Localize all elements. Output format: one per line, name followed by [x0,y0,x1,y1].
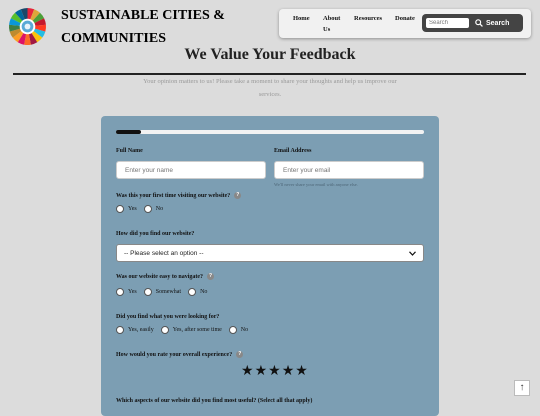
found-yes-after-time[interactable]: Yes, after some time [160,326,222,334]
question-easy-navigate-label: Was our website easy to navigate? [116,273,204,280]
search-button-label: Search [486,19,510,27]
question-found-looking-for: Did you find what you were looking for? [116,314,220,320]
search-input[interactable] [426,18,469,28]
search-icon [475,19,483,27]
question-first-visit: Was this your first time visiting our we… [116,192,242,199]
easy-navigate-options: Yes Somewhat No [116,288,214,296]
how-found-selected: -- Please select an option -- [124,249,204,257]
radio-button[interactable] [116,288,124,296]
navigate-somewhat[interactable]: Somewhat [143,288,182,296]
email-hint: We'll never share your email with anyone… [274,182,358,187]
found-yes-easily[interactable]: Yes, easily [116,326,154,334]
radio-button[interactable] [143,288,152,296]
how-found-select[interactable]: -- Please select an option -- [116,244,424,262]
full-name-label: Full Name [116,148,143,154]
nav-home[interactable]: Home [293,13,310,24]
question-useful-aspects: Which aspects of our website did you fin… [116,398,313,404]
star-icon[interactable]: ★ [282,365,295,379]
option-label: Yes, after some time [172,327,222,333]
option-label: No [240,327,249,333]
help-icon[interactable]: ? [236,351,244,358]
nav-about-us[interactable]: About Us [323,13,345,35]
radio-button[interactable] [188,288,197,296]
star-icon[interactable]: ★ [241,365,254,379]
question-overall-rating: How would you rate your overall experien… [116,351,244,358]
feedback-form: Full Name Email Address We'll never shar… [101,116,439,416]
radio-button[interactable] [116,326,124,334]
question-first-visit-label: Was this your first time visiting our we… [116,192,231,199]
form-progress-bar [116,130,424,134]
star-rating: ★ ★ ★ ★ ★ [241,365,308,379]
star-icon[interactable]: ★ [255,365,268,379]
intro-text: Your opinion matters to us! Please take … [143,78,397,98]
star-icon[interactable]: ★ [268,365,281,379]
full-name-field[interactable] [116,161,266,179]
page-title: We Value Your Feedback [184,46,356,63]
first-visit-yes[interactable]: Yes [116,205,137,213]
help-icon[interactable]: ? [207,273,215,280]
email-label: Email Address [274,148,312,154]
radio-button[interactable] [116,205,124,213]
sdg-wheel-logo[interactable] [8,7,47,46]
first-visit-options: Yes No [116,205,170,213]
found-no[interactable]: No [228,326,249,334]
option-label: Somewhat [155,289,182,295]
option-label: Yes, easily [128,327,154,333]
top-navigation: Home About Us Resources Donate Search [279,9,531,38]
navigate-yes[interactable]: Yes [116,288,137,296]
question-overall-rating-label: How would you rate your overall experien… [116,351,233,358]
question-easy-navigate: Was our website easy to navigate?? [116,273,215,280]
navigate-no[interactable]: No [188,288,207,296]
option-label: No [200,289,208,295]
form-progress-fill [116,130,141,134]
first-visit-no[interactable]: No [143,205,164,213]
star-icon[interactable]: ★ [295,365,308,379]
option-label: No [155,206,164,212]
search-bar: Search [422,14,523,32]
help-icon[interactable]: ? [234,192,242,199]
site-title[interactable]: SUSTAINABLE CITIES & COMMUNITIES [61,4,251,50]
nav-donate[interactable]: Donate [395,13,415,24]
radio-button[interactable] [160,326,169,334]
scroll-to-top-button[interactable]: ↑ [514,380,530,396]
email-field[interactable] [274,161,424,179]
search-button[interactable]: Search [475,17,519,29]
found-options: Yes, easily Yes, after some time No [116,326,255,334]
option-label: Yes [128,289,137,295]
option-label: Yes [128,206,137,212]
question-how-found: How did you find our website? [116,231,195,237]
radio-button[interactable] [143,205,152,213]
chevron-down-icon [409,250,416,256]
radio-button[interactable] [228,326,237,334]
nav-resources[interactable]: Resources [354,13,382,24]
